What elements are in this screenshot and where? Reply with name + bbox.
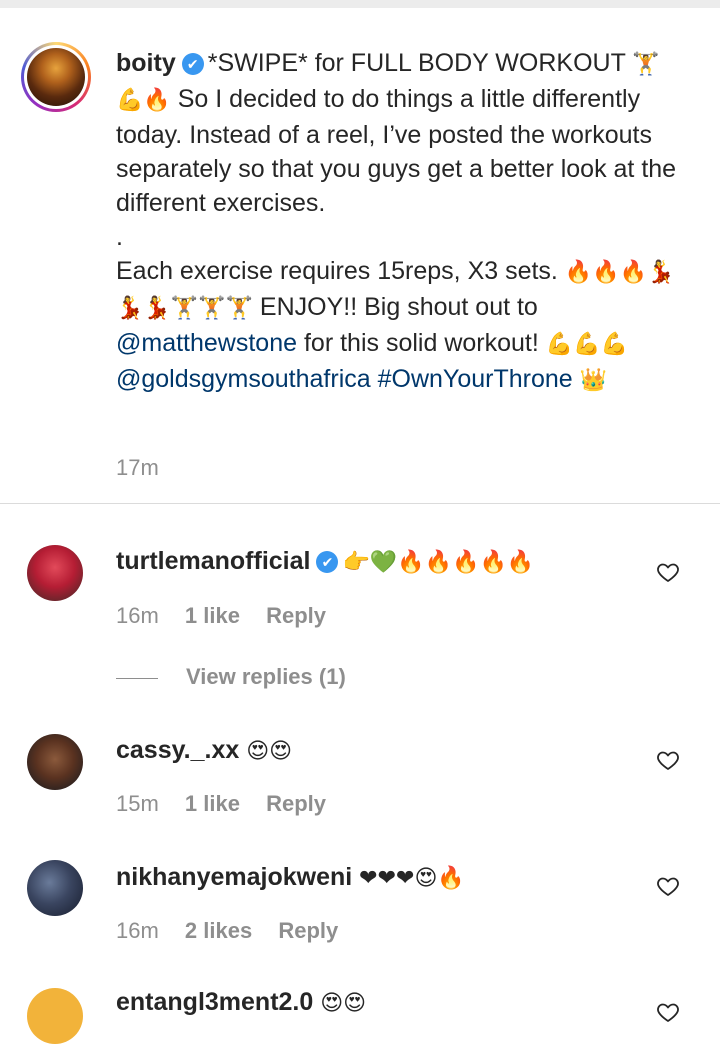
crown-emoji: 👑 <box>579 368 608 393</box>
comment-text: turtlemanofficial ✔ 👉💚🔥🔥🔥🔥🔥 <box>116 547 534 576</box>
comment-body: 👉💚🔥🔥🔥🔥🔥 <box>342 550 535 575</box>
comment-time: 16m <box>116 603 159 628</box>
divider <box>0 503 720 504</box>
comment-body: 😍😍 <box>320 991 367 1016</box>
verified-badge-icon: ✔ <box>316 551 339 573</box>
caption-body: So I decided to do things a little diffe… <box>116 85 677 217</box>
post-author-avatar[interactable] <box>21 42 91 112</box>
avatar[interactable] <box>27 734 83 790</box>
mention-link[interactable]: @matthewstone <box>116 329 297 357</box>
heart-outline-icon[interactable] <box>656 748 680 772</box>
avatar[interactable] <box>27 860 83 916</box>
post-caption: boity ✔ *SWIPE* for FULL BODY WORKOUT 🏋 💪🔥… <box>0 8 720 503</box>
caption-dot: . <box>116 223 123 251</box>
avatar-photo <box>27 48 85 106</box>
comment-likes[interactable]: 1 like <box>185 603 240 628</box>
reply-button[interactable]: Reply <box>278 918 338 943</box>
muscle-fire-emoji: 💪🔥 <box>116 88 171 113</box>
comment-username[interactable]: cassy._.xx <box>116 736 239 764</box>
caption-line1: *SWIPE* for FULL BODY WORKOUT <box>207 49 626 77</box>
comment-text: entangl3ment2.0 😍😍 <box>116 988 366 1017</box>
comment-meta: 16m 1 like Reply <box>116 603 326 629</box>
comment-body: ❤❤❤😍🔥 <box>359 866 465 891</box>
comment-time: 16m <box>116 918 159 943</box>
verified-badge-icon: ✔ <box>181 53 204 75</box>
avatar[interactable] <box>27 545 83 601</box>
comment-username[interactable]: nikhanyemajokweni <box>116 863 352 891</box>
heart-outline-icon[interactable] <box>656 874 680 898</box>
caption-shoutout: ENJOY!! Big shout out to <box>259 293 538 321</box>
comment-username[interactable]: entangl3ment2.0 <box>116 988 313 1016</box>
view-replies-line <box>116 678 158 679</box>
comment-time: 15m <box>116 791 159 816</box>
heart-outline-icon[interactable] <box>656 1000 680 1024</box>
comment-text: nikhanyemajokweni ❤❤❤😍🔥 <box>116 863 465 892</box>
comment-meta: 16m 2 likes Reply <box>116 918 338 944</box>
reply-button[interactable]: Reply <box>266 603 326 628</box>
post-timestamp: 17m <box>116 455 159 480</box>
comment-meta: 15m 1 like Reply <box>116 791 326 817</box>
post-username[interactable]: boity <box>116 49 176 77</box>
comment-text: cassy._.xx 😍😍 <box>116 736 292 765</box>
caption-thanks: for this solid workout! <box>303 329 539 357</box>
reply-button[interactable]: Reply <box>266 791 326 816</box>
heart-outline-icon[interactable] <box>656 560 680 584</box>
comment-likes[interactable]: 1 like <box>185 791 240 816</box>
weightlifter-emoji: 🏋 <box>632 52 660 77</box>
avatar[interactable] <box>27 988 83 1044</box>
caption-text: boity ✔ *SWIPE* for FULL BODY WORKOUT 🏋 💪🔥… <box>116 46 691 398</box>
caption-sets: Each exercise requires 15reps, X3 sets. <box>116 257 558 285</box>
top-bar <box>0 0 720 8</box>
view-replies-label[interactable]: View replies (1) <box>186 664 346 690</box>
comment-username[interactable]: turtlemanofficial <box>116 547 310 575</box>
hashtag-link[interactable]: #OwnYourThrone <box>378 365 573 393</box>
mention-link[interactable]: @goldsgymsouthafrica <box>116 365 371 393</box>
comment-body: 😍😍 <box>246 739 293 764</box>
muscle-emoji: 💪💪💪 <box>545 332 628 357</box>
comment-likes[interactable]: 2 likes <box>185 918 252 943</box>
